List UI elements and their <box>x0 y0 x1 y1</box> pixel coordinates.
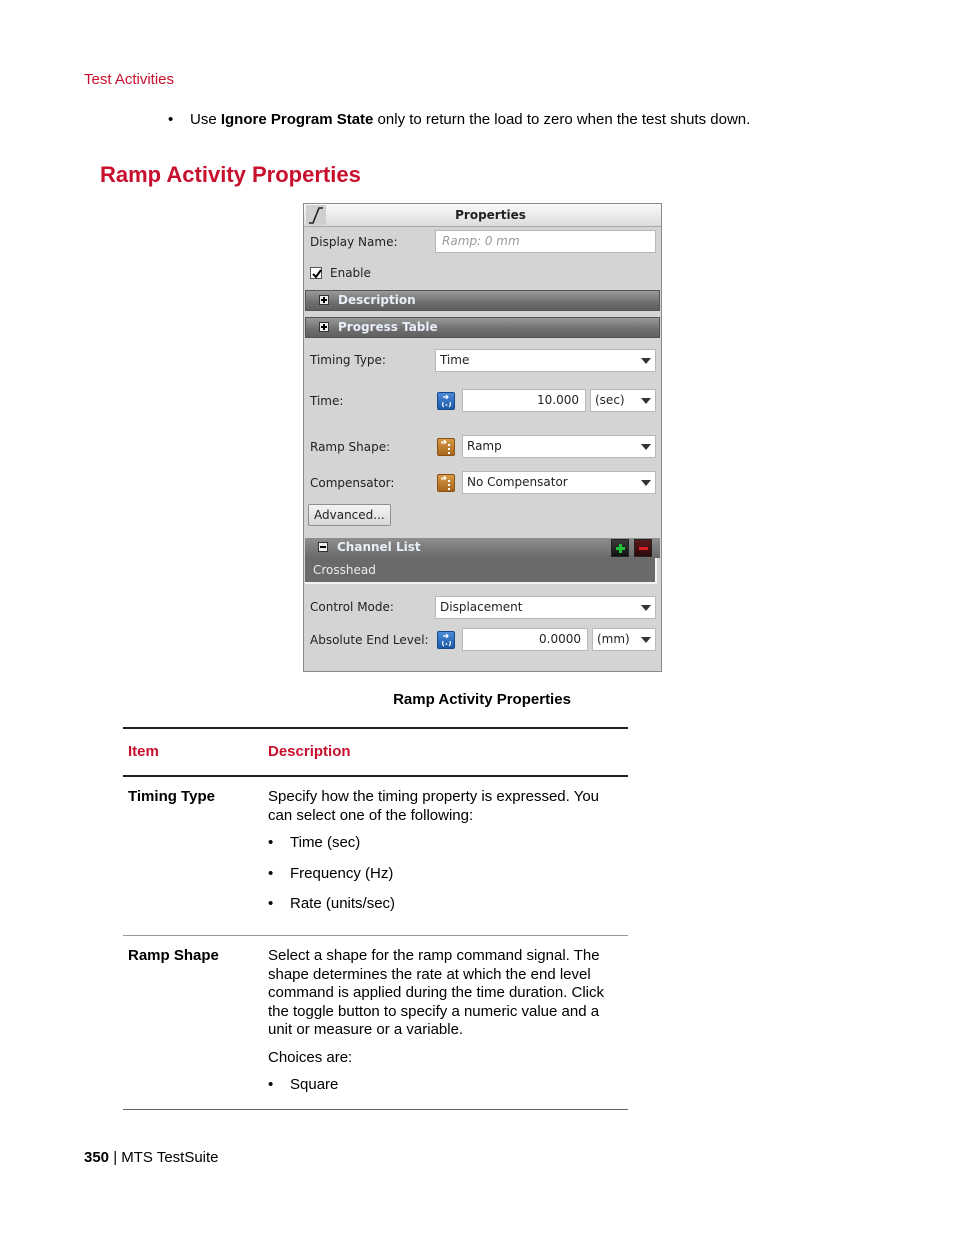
timing-type-select[interactable]: Time <box>435 349 656 372</box>
intro-bullet: • Use Ignore Program State only to return… <box>168 111 750 128</box>
time-input[interactable]: 10.000 <box>462 389 586 412</box>
table-row: Timing Type Specify how the timing prope… <box>123 777 628 935</box>
table-row: Ramp Shape Select a shape for the ramp c… <box>123 936 628 1109</box>
header-description: Description <box>268 743 351 760</box>
channel-list-label: Channel List <box>337 540 421 554</box>
row-description: Specify how the timing property is expre… <box>268 777 623 914</box>
time-label: Time: <box>310 394 344 408</box>
section-title: Ramp Activity Properties <box>100 162 361 187</box>
bullet-glyph: • <box>268 1076 274 1093</box>
bullet-text: Square <box>290 1076 339 1093</box>
bullet-text: Frequency (Hz) <box>290 864 394 882</box>
ramp-shape-value: Ramp <box>467 439 502 453</box>
compensator-label: Compensator: <box>310 476 395 490</box>
ramp-shape-select[interactable]: Ramp <box>462 435 656 458</box>
bullet-text: Time (sec) <box>290 834 361 851</box>
bullet-glyph: • <box>268 864 274 882</box>
row-item: Timing Type <box>128 788 215 805</box>
time-unit-value: (sec) <box>595 393 625 407</box>
row-paragraph: Choices are: <box>268 1048 353 1066</box>
control-mode-label: Control Mode: <box>310 600 394 614</box>
intro-suffix: only to return the load to zero when the… <box>373 111 751 128</box>
group-progress-table-label: Progress Table <box>338 320 438 334</box>
absolute-end-level-input[interactable]: 0.0000 <box>462 628 588 651</box>
running-head: Test Activities <box>84 71 175 88</box>
row-paragraph: Select a shape for the ramp command sign… <box>268 947 604 1038</box>
bullet-glyph: • <box>268 834 274 851</box>
ramp-shape-label: Ramp Shape: <box>310 440 391 454</box>
intro-prefix: Use <box>190 111 221 128</box>
row-paragraph: Specify how the timing property is expre… <box>268 788 600 824</box>
dropdown-arrow-icon <box>641 398 651 404</box>
bullet-glyph: • <box>168 111 174 128</box>
dropdown-arrow-icon <box>641 605 651 611</box>
bullet-text: Rate (units/sec) <box>290 895 396 912</box>
panel-title: Properties <box>455 208 526 222</box>
enable-label: Enable <box>330 266 371 280</box>
row-item: Ramp Shape <box>128 947 219 964</box>
remove-channel-button[interactable] <box>634 539 652 557</box>
row-bullet: • Frequency (Hz) <box>268 865 623 884</box>
page-number: 350 <box>84 1149 110 1166</box>
header-item: Item <box>128 743 159 760</box>
compensator-value: No Compensator <box>467 475 568 489</box>
end-level-unit-select[interactable]: (mm) <box>592 628 656 651</box>
variable-toggle-icon[interactable] <box>437 474 455 492</box>
row-bullet: • Square <box>268 1076 623 1095</box>
dropdown-arrow-icon <box>641 444 651 450</box>
row-bullet: • Time (sec) <box>268 834 623 853</box>
display-name-label: Display Name: <box>310 235 398 249</box>
control-mode-value: Displacement <box>440 600 523 614</box>
row-bullet: • Rate (units/sec) <box>268 895 623 914</box>
plus-icon-stem <box>619 544 622 553</box>
control-mode-select[interactable]: Displacement <box>435 596 656 619</box>
channel-list-header[interactable]: Channel List <box>305 538 660 558</box>
numeric-toggle-icon[interactable] <box>437 392 455 410</box>
enable-checkbox[interactable] <box>310 267 322 279</box>
dropdown-arrow-icon <box>641 480 651 486</box>
group-description-label: Description <box>338 293 416 307</box>
advanced-button[interactable]: Advanced... <box>308 504 391 526</box>
row-description: Select a shape for the ramp command sign… <box>268 936 623 1095</box>
figure-caption: Ramp Activity Properties <box>393 691 571 708</box>
properties-table: Item Description Timing Type Specify how… <box>123 727 628 1110</box>
table-bottom-rule <box>123 1109 628 1110</box>
timing-type-value: Time <box>440 353 470 367</box>
timing-type-label: Timing Type: <box>310 353 386 367</box>
channel-list: Crosshead <box>305 558 657 584</box>
dropdown-arrow-icon <box>641 358 651 364</box>
footer-doc-title: MTS TestSuite <box>121 1149 219 1166</box>
compensator-select[interactable]: No Compensator <box>462 471 656 494</box>
expand-icon <box>319 322 329 332</box>
display-name-input[interactable]: Ramp: 0 mm <box>435 230 656 253</box>
expand-icon <box>319 295 329 305</box>
bullet-glyph: • <box>268 895 274 912</box>
end-level-unit-value: (mm) <box>597 632 630 646</box>
channel-list-item[interactable]: Crosshead <box>313 563 376 577</box>
table-header: Item Description <box>123 729 628 775</box>
page-footer: 350 | MTS TestSuite <box>84 1149 219 1166</box>
absolute-end-level-label: Absolute End Level: <box>310 633 429 647</box>
add-channel-button[interactable] <box>611 539 629 557</box>
group-description[interactable]: Description <box>305 290 660 311</box>
panel-header: Properties <box>304 204 661 227</box>
intro-bold: Ignore Program State <box>220 111 374 128</box>
minus-icon <box>639 547 648 550</box>
variable-toggle-icon[interactable] <box>437 438 455 456</box>
group-progress-table[interactable]: Progress Table <box>305 317 660 338</box>
footer-separator: | <box>109 1149 122 1166</box>
numeric-toggle-icon[interactable] <box>437 631 455 649</box>
properties-panel: Properties Display Name: Ramp: 0 mm Enab… <box>303 203 662 672</box>
time-unit-select[interactable]: (sec) <box>590 389 656 412</box>
collapse-icon <box>318 542 328 552</box>
dropdown-arrow-icon <box>641 637 651 643</box>
